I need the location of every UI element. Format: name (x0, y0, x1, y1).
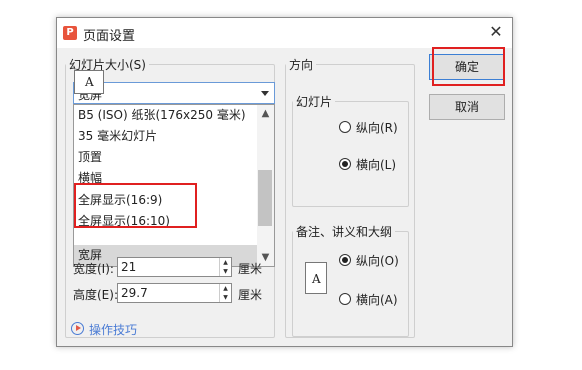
dropdown-option[interactable]: 顶置 (74, 147, 257, 168)
width-stepper[interactable]: ▲ ▼ (219, 258, 231, 276)
notes-landscape-radio[interactable] (339, 293, 351, 305)
app-icon: P (63, 26, 77, 40)
notes-landscape-label[interactable]: 横向(A) (356, 291, 398, 308)
width-label: 宽度(I): (73, 262, 114, 276)
tips-link-text[interactable]: 操作技巧 (89, 321, 137, 338)
slide-portrait-label[interactable]: 纵向(R) (356, 119, 398, 136)
dropdown-scrollbar[interactable]: ▲ ▼ (257, 105, 274, 266)
scroll-thumb[interactable] (258, 170, 272, 226)
highlight-box-ok (432, 47, 505, 86)
notes-portrait-label[interactable]: 纵向(O) (356, 252, 399, 269)
height-stepper[interactable]: ▲ ▼ (219, 284, 231, 302)
width-unit: 厘米 (238, 262, 263, 276)
slide-orientation-group: 幻灯片 (292, 93, 409, 207)
page-icon-letter: A (85, 75, 94, 89)
notes-orientation-legend: 备注、讲义和大纲 (296, 225, 393, 239)
spin-down-icon[interactable]: ▼ (220, 293, 231, 302)
page-icon-letter: A (312, 272, 321, 286)
chevron-down-icon[interactable] (261, 91, 269, 96)
height-unit: 厘米 (238, 288, 263, 302)
slide-orientation-legend: 幻灯片 (296, 95, 333, 109)
slide-landscape-radio[interactable] (339, 158, 351, 170)
portrait-page-icon: A (305, 262, 327, 294)
spin-down-icon[interactable]: ▼ (220, 267, 231, 276)
slide-landscape-label[interactable]: 横向(L) (356, 156, 396, 173)
scroll-up-icon[interactable]: ▲ (257, 105, 274, 122)
cancel-button[interactable]: 取消 (429, 94, 505, 120)
dialog-title: 页面设置 (83, 29, 136, 44)
highlight-box-options (74, 183, 197, 228)
width-value: 21 (121, 260, 137, 274)
landscape-page-icon: A (74, 70, 104, 94)
height-label: 高度(E): (73, 288, 118, 302)
page-setup-dialog: P 页面设置 ✕ 幻灯片大小(S) 宽屏 B5 (ISO) 纸张(176x250… (56, 17, 513, 347)
slide-portrait-radio[interactable] (339, 121, 351, 133)
dropdown-option[interactable]: B5 (ISO) 纸张(176x250 毫米) (74, 105, 257, 126)
close-icon[interactable]: ✕ (486, 22, 506, 42)
title-bar: P 页面设置 ✕ (57, 18, 512, 48)
spin-up-icon[interactable]: ▲ (220, 284, 231, 293)
dropdown-option[interactable]: 35 毫米幻灯片 (74, 126, 257, 147)
orientation-legend: 方向 (289, 58, 314, 72)
notes-portrait-radio[interactable] (339, 254, 351, 266)
play-icon (71, 322, 84, 335)
height-input[interactable]: 29.7 ▲ ▼ (117, 283, 232, 303)
width-input[interactable]: 21 ▲ ▼ (117, 257, 232, 277)
spin-up-icon[interactable]: ▲ (220, 258, 231, 267)
height-value: 29.7 (121, 286, 148, 300)
